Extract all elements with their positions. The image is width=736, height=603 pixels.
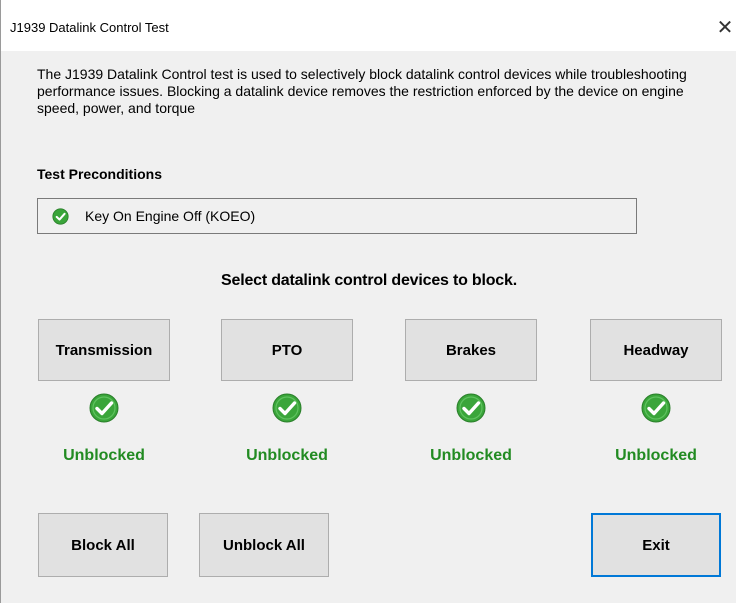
headway-status: Unblocked	[615, 447, 697, 464]
preconditions-list: Key On Engine Off (KOEO)	[37, 198, 637, 234]
check-circle-icon	[641, 393, 671, 423]
exit-button[interactable]: Exit	[591, 513, 721, 577]
unblock-all-button[interactable]: Unblock All	[199, 513, 329, 577]
preconditions-heading: Test Preconditions	[37, 166, 162, 182]
headway-button[interactable]: Headway	[590, 319, 722, 381]
check-circle-icon	[89, 393, 119, 423]
check-circle-icon	[456, 393, 486, 423]
brakes-status: Unblocked	[430, 447, 512, 464]
datalink-control-dialog: J1939 Datalink Control Test ✕ The J1939 …	[0, 0, 736, 603]
window-title: J1939 Datalink Control Test	[10, 20, 169, 35]
title-bar: J1939 Datalink Control Test ✕	[1, 0, 736, 51]
precondition-label: Key On Engine Off (KOEO)	[85, 208, 256, 224]
pto-button[interactable]: PTO	[221, 319, 353, 381]
check-circle-icon	[272, 393, 302, 423]
transmission-status: Unblocked	[63, 447, 145, 464]
transmission-button[interactable]: Transmission	[38, 319, 170, 381]
brakes-button[interactable]: Brakes	[405, 319, 537, 381]
pto-status: Unblocked	[246, 447, 328, 464]
test-description: The J1939 Datalink Control test is used …	[37, 66, 687, 116]
close-icon[interactable]: ✕	[713, 13, 736, 43]
block-all-button[interactable]: Block All	[38, 513, 168, 577]
check-circle-icon	[52, 208, 69, 225]
select-devices-heading: Select datalink control devices to block…	[221, 272, 517, 289]
